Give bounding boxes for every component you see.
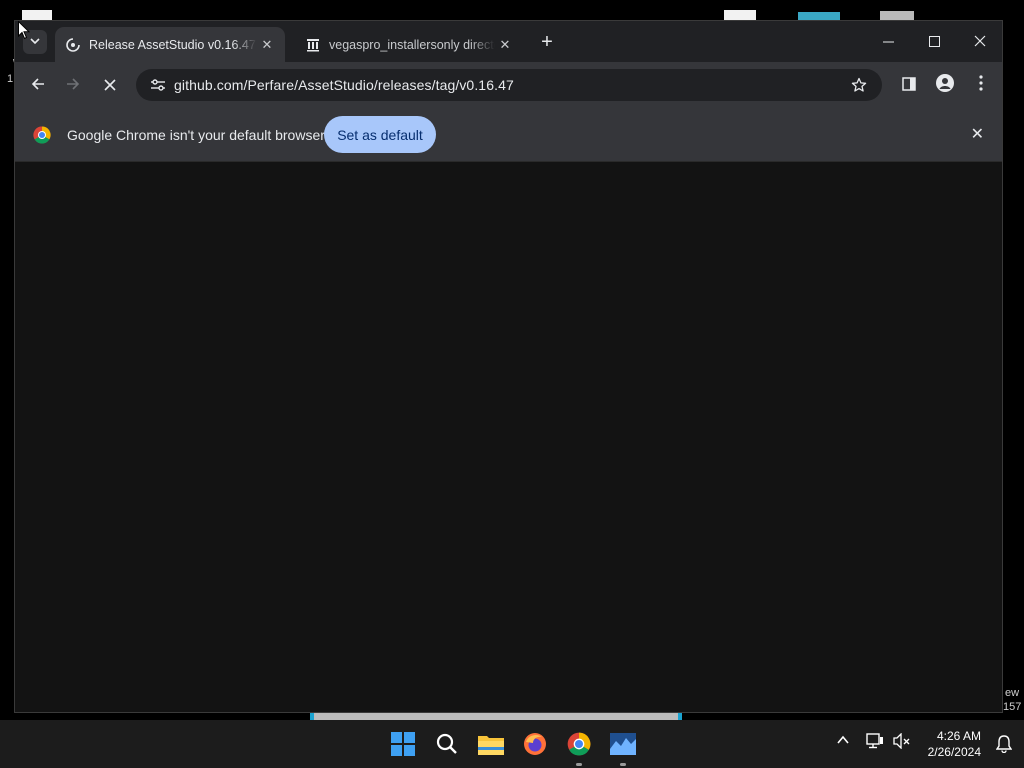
page-content-area bbox=[15, 162, 1002, 712]
menu-button[interactable] bbox=[966, 70, 996, 100]
clock-time: 4:26 AM bbox=[936, 729, 981, 743]
app-icon[interactable] bbox=[609, 730, 637, 758]
stop-loading-button[interactable] bbox=[95, 70, 125, 100]
chrome-icon[interactable] bbox=[565, 730, 593, 758]
back-arrow-icon bbox=[31, 75, 45, 96]
minimize-icon bbox=[882, 34, 894, 50]
tab-release-assetstudio[interactable]: Release AssetStudio v0.16.47 · P ✕ bbox=[55, 27, 285, 62]
desktop-background-window bbox=[310, 712, 682, 720]
maximize-button[interactable] bbox=[911, 21, 957, 62]
desktop-label-fragment: ew bbox=[1005, 687, 1020, 699]
firefox-icon[interactable] bbox=[521, 730, 549, 758]
forward-button[interactable] bbox=[58, 70, 88, 100]
tab-title: vegaspro_installersonly director bbox=[329, 37, 495, 52]
star-icon[interactable] bbox=[844, 77, 874, 93]
archive-favicon-icon bbox=[305, 37, 321, 53]
network-icon[interactable] bbox=[866, 733, 884, 752]
maximize-icon bbox=[928, 34, 940, 50]
forward-arrow-icon bbox=[66, 75, 80, 96]
file-explorer-icon[interactable] bbox=[477, 730, 505, 758]
desktop-app-icon[interactable] bbox=[798, 12, 840, 20]
new-tab-button[interactable]: + bbox=[535, 30, 559, 54]
profile-icon bbox=[936, 73, 954, 97]
desktop-label-fragment: 157 bbox=[1003, 701, 1022, 713]
stop-icon bbox=[104, 75, 116, 96]
tab-vegaspro-installers[interactable]: vegaspro_installersonly director ✕ bbox=[295, 27, 523, 62]
minimize-button[interactable] bbox=[865, 21, 911, 62]
running-indicator bbox=[576, 763, 582, 766]
taskbar: 4:26 AM 2/26/2024 bbox=[0, 720, 1024, 768]
close-icon[interactable]: ✕ bbox=[495, 37, 515, 53]
plus-icon: + bbox=[541, 31, 553, 53]
close-icon[interactable]: ✕ bbox=[257, 37, 277, 53]
url-text[interactable]: github.com/Perfare/AssetStudio/releases/… bbox=[174, 77, 844, 93]
profile-button[interactable] bbox=[930, 70, 960, 100]
desktop-app-icon[interactable] bbox=[880, 11, 914, 20]
close-icon bbox=[974, 34, 986, 50]
side-panel-button[interactable] bbox=[894, 70, 924, 100]
bell-icon[interactable] bbox=[995, 735, 1013, 758]
browser-window: Release AssetStudio v0.16.47 · P ✕ vegas… bbox=[14, 20, 1003, 713]
search-icon[interactable] bbox=[433, 730, 461, 758]
set-as-default-button[interactable]: Set as default bbox=[324, 116, 436, 153]
close-icon[interactable]: ✕ bbox=[971, 124, 984, 144]
site-info-icon[interactable] bbox=[142, 78, 174, 92]
browser-toolbar: github.com/Perfare/AssetStudio/releases/… bbox=[15, 62, 1002, 108]
infobar-message: Google Chrome isn't your default browser bbox=[67, 127, 325, 143]
address-bar[interactable]: github.com/Perfare/AssetStudio/releases/… bbox=[136, 69, 882, 101]
volume-muted-icon[interactable] bbox=[893, 732, 911, 752]
more-vert-icon bbox=[979, 74, 983, 96]
default-browser-infobar: Google Chrome isn't your default browser… bbox=[15, 108, 1002, 162]
running-indicator bbox=[620, 763, 626, 766]
system-clock[interactable]: 4:26 AM 2/26/2024 bbox=[928, 728, 981, 760]
tab-search-icon bbox=[30, 35, 40, 49]
close-window-button[interactable] bbox=[957, 21, 1002, 62]
desktop-file-icon[interactable] bbox=[22, 10, 52, 20]
side-panel-icon bbox=[902, 75, 916, 96]
desktop-label-fragment: 1 bbox=[7, 73, 14, 85]
clock-date: 2/26/2024 bbox=[927, 745, 981, 759]
chrome-logo-icon bbox=[33, 126, 51, 149]
desktop-file-icon[interactable] bbox=[724, 10, 756, 20]
chevron-up-icon[interactable] bbox=[836, 733, 850, 750]
back-button[interactable] bbox=[23, 70, 53, 100]
title-bar: Release AssetStudio v0.16.47 · P ✕ vegas… bbox=[15, 21, 1002, 62]
loading-favicon-icon bbox=[65, 37, 81, 53]
mouse-cursor bbox=[18, 20, 31, 45]
windows-start-icon[interactable] bbox=[389, 730, 417, 758]
tab-title: Release AssetStudio v0.16.47 · P bbox=[89, 37, 257, 52]
